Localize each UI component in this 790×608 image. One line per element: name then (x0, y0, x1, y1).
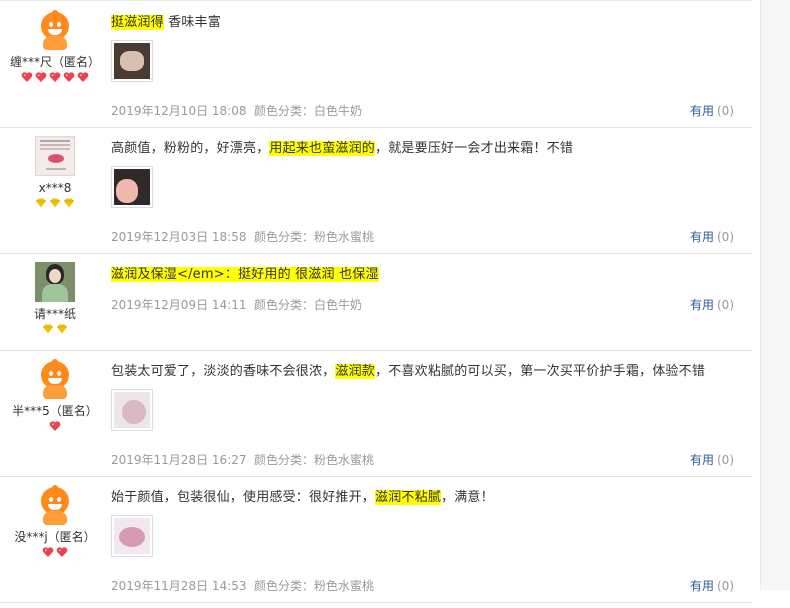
reviewer-info: 缠***尺（匿名） (0, 10, 110, 83)
reviewer-info: x***8 (0, 136, 110, 209)
review-page: 缠***尺（匿名） 挺滋润得 香味丰富 2019年12月10日 18:08 颜色分… (0, 0, 790, 608)
useful-button[interactable]: 有用 (0) (690, 296, 734, 313)
reviewer-name[interactable]: 缠***尺（匿名） (0, 54, 110, 70)
review-content: 高颜值，粉粉的，好漂亮，用起来也蛮滋润的，就是要压好一会才出来霜！不错 (111, 138, 747, 208)
review-item: 缠***尺（匿名） 挺滋润得 香味丰富 2019年12月10日 18:08 颜色分… (0, 2, 752, 128)
reviewer-level-badges (0, 546, 110, 558)
side-scrollbar[interactable] (760, 0, 790, 590)
sku-variant: 颜色分类：白色牛奶 (254, 104, 363, 118)
review-photo-thumbnail[interactable] (111, 40, 153, 82)
review-text: 始于颜值，包装很仙，使用感受：很好推开，滋润不粘腻，满意！ (111, 487, 747, 509)
keyword-highlight: 滋润款 (335, 364, 376, 379)
review-content: 滋润及保湿</em>：挺好用的 很滋润 也保湿 (111, 264, 747, 286)
review-meta: 2019年12月10日 18:08 颜色分类：白色牛奶 (111, 102, 362, 119)
reviewer-name[interactable]: 请***纸 (0, 306, 110, 322)
reviewer-info: 没***j（匿名） (0, 485, 110, 558)
review-list: 缠***尺（匿名） 挺滋润得 香味丰富 2019年12月10日 18:08 颜色分… (0, 0, 752, 608)
useful-label[interactable]: 有用 (690, 298, 714, 312)
review-item: 半***5（匿名） 包装太可爱了，淡淡的香味不会很浓，滋润款，不喜欢粘腻的可以买… (0, 351, 752, 477)
diamond-icon (36, 198, 46, 208)
reviewer-level-badges (0, 71, 110, 83)
review-text-segment: ，不喜欢粘腻的可以买，第一次买平价护手霜，体验不错 (375, 364, 706, 379)
mascot-avatar[interactable] (35, 359, 75, 399)
useful-button[interactable]: 有用 (0) (690, 102, 734, 119)
heart-icon (77, 72, 89, 82)
review-date: 2019年12月09日 14:11 (111, 298, 247, 312)
sku-variant: 颜色分类：粉色水蜜桃 (254, 230, 375, 244)
reviewer-name[interactable]: 没***j（匿名） (0, 529, 110, 545)
review-photo-thumbnail[interactable] (111, 166, 153, 208)
review-date: 2019年11月28日 14:53 (111, 579, 247, 593)
useful-count: (0) (717, 453, 734, 467)
useful-label[interactable]: 有用 (690, 104, 714, 118)
reviewer-level-badges (0, 323, 110, 335)
keyword-highlight: 滋润不粘腻 (375, 490, 442, 505)
review-meta: 2019年12月09日 14:11 颜色分类：白色牛奶 (111, 296, 362, 313)
heart-icon (49, 421, 61, 431)
useful-count: (0) (717, 298, 734, 312)
useful-label[interactable]: 有用 (690, 453, 714, 467)
review-meta: 2019年12月03日 18:58 颜色分类：粉色水蜜桃 (111, 228, 374, 245)
reviewer-info: 请***纸 (0, 262, 110, 335)
review-item: x***8 高颜值，粉粉的，好漂亮，用起来也蛮滋润的，就是要压好一会才出来霜！不… (0, 128, 752, 254)
review-meta: 2019年11月28日 16:27 颜色分类：粉色水蜜桃 (111, 451, 374, 468)
useful-button[interactable]: 有用 (0) (690, 577, 734, 594)
review-date: 2019年12月03日 18:58 (111, 230, 247, 244)
diamond-icon (50, 198, 60, 208)
review-content: 始于颜值，包装很仙，使用感受：很好推开，滋润不粘腻，满意！ (111, 487, 747, 557)
review-text: 包装太可爱了，淡淡的香味不会很浓，滋润款，不喜欢粘腻的可以买，第一次买平价护手霜… (111, 361, 747, 383)
mascot-avatar[interactable] (35, 485, 75, 525)
sku-variant: 颜色分类：白色牛奶 (254, 298, 363, 312)
diamond-icon (43, 324, 53, 334)
useful-count: (0) (717, 230, 734, 244)
review-content: 包装太可爱了，淡淡的香味不会很浓，滋润款，不喜欢粘腻的可以买，第一次买平价护手霜… (111, 361, 747, 431)
mascot-avatar[interactable] (35, 10, 75, 50)
review-date: 2019年11月28日 16:27 (111, 453, 247, 467)
heart-icon (42, 547, 54, 557)
reviewer-level-badges (0, 197, 110, 209)
useful-button[interactable]: 有用 (0) (690, 451, 734, 468)
heart-icon (56, 547, 68, 557)
heart-icon (49, 72, 61, 82)
review-text-segment: 香味丰富 (163, 15, 221, 30)
sku-variant: 颜色分类：粉色水蜜桃 (254, 579, 375, 593)
review-date: 2019年12月10日 18:08 (111, 104, 247, 118)
heart-icon (63, 72, 75, 82)
sku-variant: 颜色分类：粉色水蜜桃 (254, 453, 375, 467)
review-item: 没***j（匿名） 始于颜值，包装很仙，使用感受：很好推开，滋润不粘腻，满意！ … (0, 477, 752, 603)
reviewer-level-badges (0, 420, 110, 432)
reviewer-name[interactable]: 半***5（匿名） (0, 403, 110, 419)
heart-icon (35, 72, 47, 82)
keyword-highlight: 挺滋润得 (111, 15, 164, 30)
useful-count: (0) (717, 579, 734, 593)
divider (0, 0, 752, 1)
useful-label[interactable]: 有用 (690, 579, 714, 593)
photo-avatar[interactable] (35, 136, 75, 176)
heart-icon (21, 72, 33, 82)
review-text: 滋润及保湿</em>：挺好用的 很滋润 也保湿 (111, 264, 747, 286)
review-text-segment: 高颜值，粉粉的，好漂亮， (111, 141, 270, 156)
photo-avatar[interactable] (35, 262, 75, 302)
useful-count: (0) (717, 104, 734, 118)
review-photo-thumbnail[interactable] (111, 389, 153, 431)
useful-label[interactable]: 有用 (690, 230, 714, 244)
diamond-icon (57, 324, 67, 334)
review-text-segment: ，满意！ (441, 490, 494, 505)
diamond-icon (64, 198, 74, 208)
review-text: 高颜值，粉粉的，好漂亮，用起来也蛮滋润的，就是要压好一会才出来霜！不错 (111, 138, 747, 160)
reviewer-name[interactable]: x***8 (0, 180, 110, 196)
review-text: 挺滋润得 香味丰富 (111, 12, 747, 34)
useful-button[interactable]: 有用 (0) (690, 228, 734, 245)
keyword-highlight: 用起来也蛮滋润的 (269, 141, 376, 156)
review-photo-thumbnail[interactable] (111, 515, 153, 557)
review-item: 请***纸 滋润及保湿</em>：挺好用的 很滋润 也保湿 2019年12月09… (0, 254, 752, 351)
reviewer-info: 半***5（匿名） (0, 359, 110, 432)
review-text-segment: 包装太可爱了，淡淡的香味不会很浓， (111, 364, 336, 379)
review-meta: 2019年11月28日 14:53 颜色分类：粉色水蜜桃 (111, 577, 374, 594)
review-content: 挺滋润得 香味丰富 (111, 12, 747, 82)
keyword-highlight: 滋润及保湿</em>：挺好用的 很滋润 也保湿 (111, 267, 379, 282)
review-text-segment: 始于颜值，包装很仙，使用感受：很好推开， (111, 490, 376, 505)
review-text-segment: ，就是要压好一会才出来霜！不错 (375, 141, 574, 156)
